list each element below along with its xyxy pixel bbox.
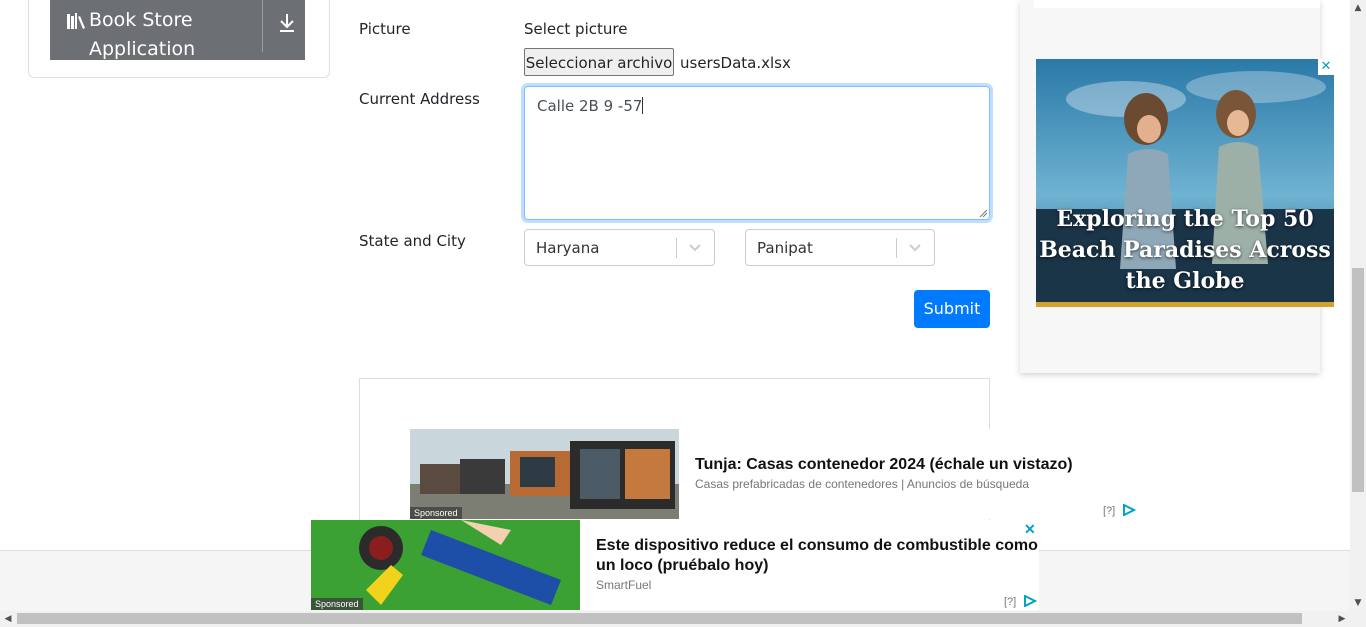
sponsored-tag: Sponsored xyxy=(410,507,462,519)
file-name: usersData.xlsx xyxy=(680,54,791,72)
state-city-label: State and City xyxy=(359,232,466,250)
scroll-down-icon[interactable]: ▼ xyxy=(1350,595,1366,611)
sponsored-ad-1[interactable]: Sponsored Tunja: Casas contenedor 2024 (… xyxy=(410,429,1150,519)
close-icon[interactable]: ✕ xyxy=(1318,59,1334,75)
resize-grip-icon[interactable] xyxy=(979,209,987,217)
sidebar-item-label: Book Store Application xyxy=(89,9,196,60)
ad-info-mark[interactable]: [?] xyxy=(1103,505,1115,517)
picture-label: Picture xyxy=(359,20,411,38)
current-address-label: Current Address xyxy=(359,90,480,108)
vertical-scroll-thumb[interactable] xyxy=(1352,268,1364,492)
city-select[interactable]: Panipat xyxy=(745,229,935,266)
ad-title[interactable]: Este dispositivo reduce el consumo de co… xyxy=(596,536,1041,576)
current-address-textarea[interactable]: Calle 2B 9 -57 xyxy=(524,86,990,220)
adchoices-icon[interactable] xyxy=(1023,595,1037,607)
ad-info-mark[interactable]: [?] xyxy=(1004,596,1016,608)
ad-subtitle: SmartFuel xyxy=(596,578,652,592)
ad-headline: Exploring the Top 50 Beach Paradises Acr… xyxy=(1039,206,1331,294)
select-separator xyxy=(676,238,677,258)
chevron-down-icon[interactable] xyxy=(908,242,922,254)
scroll-right-icon[interactable]: ▶ xyxy=(1334,611,1350,627)
scroll-up-icon[interactable]: ▲ xyxy=(1350,0,1366,16)
state-select-value: Haryana xyxy=(536,239,600,257)
sponsored-ad-2[interactable]: Sponsored Este dispositivo reduce el con… xyxy=(311,520,1039,610)
adchoices-icon[interactable] xyxy=(1122,504,1136,516)
ad-top-bar xyxy=(1034,0,1320,8)
select-picture-label: Select picture xyxy=(524,20,628,38)
city-select-value: Panipat xyxy=(757,239,813,257)
text-caret xyxy=(642,97,644,114)
submit-button[interactable]: Submit xyxy=(914,290,990,328)
horizontal-scroll-thumb[interactable] xyxy=(17,613,1302,624)
current-address-value: Calle 2B 9 -57 xyxy=(537,97,643,115)
ad-title[interactable]: Tunja: Casas contenedor 2024 (échale un … xyxy=(695,455,1073,475)
ad-subtitle: Casas prefabricadas de contenedores | An… xyxy=(695,477,1030,491)
scroll-left-icon[interactable]: ◀ xyxy=(0,611,16,627)
state-select[interactable]: Haryana xyxy=(524,229,715,266)
chevron-down-icon[interactable] xyxy=(688,242,702,254)
sidebar-divider xyxy=(262,0,263,52)
close-icon[interactable]: ✕ xyxy=(1024,521,1036,538)
sidebar-item-book-store[interactable]: Book Store Application xyxy=(50,0,305,60)
choose-file-button[interactable]: Seleccionar archivo xyxy=(524,48,674,76)
container-houses-image: Sponsored xyxy=(410,429,679,519)
beach-ad-image[interactable]: Exploring the Top 50 Beach Paradises Acr… xyxy=(1036,59,1334,307)
select-separator xyxy=(896,238,897,258)
fuel-device-image: Sponsored xyxy=(311,520,580,610)
books-icon xyxy=(67,13,85,29)
sponsored-tag: Sponsored xyxy=(311,598,363,610)
download-icon[interactable] xyxy=(278,13,296,33)
